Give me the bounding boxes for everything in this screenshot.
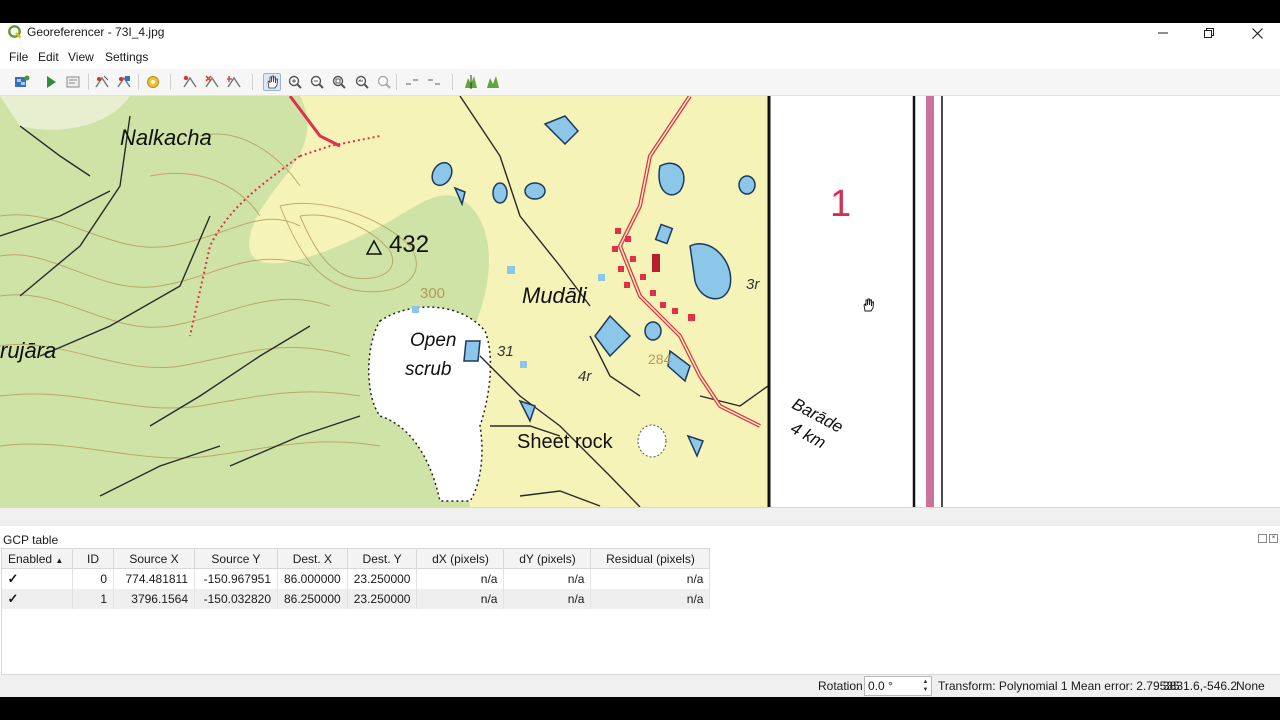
rotation-value: 0.0 ° <box>868 679 893 693</box>
georeferencer-window: Georeferencer - 73I_4.jpg File Edit View… <box>0 23 1280 697</box>
cell-dest-x[interactable]: 86.000000 <box>277 568 348 589</box>
status-bar: Rotation 0.0 ° ▲ ▼ Transform: Polynomial … <box>0 675 1280 697</box>
label-nalkacha: Nalkacha <box>120 125 212 150</box>
zoom-to-layer-icon[interactable] <box>330 73 348 91</box>
label-4r: 4r <box>578 368 592 385</box>
cell-id: 0 <box>72 568 114 589</box>
rotation-spinbox[interactable]: 0.0 ° ▲ ▼ <box>864 676 932 696</box>
zoom-out-icon[interactable] <box>308 73 326 91</box>
spin-arrows-icon[interactable]: ▲ ▼ <box>921 678 930 694</box>
gcp-panel-title: GCP table <box>3 533 59 547</box>
menu-settings[interactable]: Settings <box>105 50 148 64</box>
transformation-settings-icon[interactable] <box>144 73 162 91</box>
maximize-button[interactable] <box>1186 23 1232 43</box>
label-sheet-number: 1 <box>830 183 851 225</box>
col-source-y[interactable]: Source Y <box>194 548 278 569</box>
checkmark-icon: ✓ <box>7 591 19 606</box>
open-raster-icon[interactable] <box>13 73 31 91</box>
table-row[interactable]: ✓ 0 774.481811 -150.967951 86.000000 23.… <box>1 568 711 589</box>
full-histogram-stretch-icon[interactable] <box>484 73 502 91</box>
enabled-checkbox[interactable]: ✓ <box>1 589 73 609</box>
cell-dest-x[interactable]: 86.250000 <box>277 589 348 609</box>
label-contour-300: 300 <box>420 285 445 302</box>
close-panel-button[interactable]: × <box>1269 534 1278 543</box>
col-dx[interactable]: dX (pixels) <box>416 548 505 569</box>
cell-dx: n/a <box>416 589 505 609</box>
panel-splitter[interactable] <box>0 507 1280 526</box>
save-gcp-points-icon[interactable] <box>115 73 133 91</box>
label-open: Open <box>410 330 456 351</box>
col-id[interactable]: ID <box>72 548 114 569</box>
delete-point-icon[interactable] <box>203 73 221 91</box>
sort-ascending-icon: ▲ <box>55 555 64 565</box>
cell-residual: n/a <box>590 589 711 609</box>
cell-dx: n/a <box>416 568 505 589</box>
generate-gdal-script-icon[interactable] <box>64 73 82 91</box>
table-row[interactable]: ✓ 1 3796.1564 -150.032820 86.250000 23.2… <box>1 589 711 609</box>
col-enabled[interactable]: Enabled ▲ <box>1 548 73 569</box>
start-georeferencing-icon[interactable] <box>42 73 60 91</box>
cell-dest-y[interactable]: 23.250000 <box>347 589 418 609</box>
add-point-icon[interactable] <box>181 73 199 91</box>
cell-source-x[interactable]: 3796.1564 <box>113 589 195 609</box>
col-residual[interactable]: Residual (pixels) <box>590 548 711 569</box>
close-button[interactable] <box>1234 23 1280 43</box>
col-dy[interactable]: dY (pixels) <box>503 548 592 569</box>
menu-file[interactable]: File <box>9 50 28 64</box>
toolbar <box>0 69 1280 96</box>
zoom-last-icon[interactable] <box>353 73 371 91</box>
close-icon <box>1251 27 1263 39</box>
label-contour-284: 284 <box>648 351 672 367</box>
label-sheet-rock: Sheet rock <box>517 431 614 453</box>
label-elevation-432: 432 <box>389 231 429 258</box>
cell-residual: n/a <box>590 568 711 589</box>
checkmark-icon: ✓ <box>7 571 19 586</box>
label-31: 31 <box>497 343 514 360</box>
window-title: Georeferencer - 73I_4.jpg <box>27 25 165 39</box>
menu-bar: File Edit View Settings <box>0 46 1280 68</box>
link-qgis-to-georeferencer-icon[interactable] <box>425 73 443 91</box>
cell-dy: n/a <box>503 589 592 609</box>
pan-icon[interactable] <box>263 73 281 91</box>
move-gcp-point-icon[interactable] <box>225 73 243 91</box>
col-source-x[interactable]: Source X <box>113 548 195 569</box>
col-dest-y[interactable]: Dest. Y <box>346 548 418 569</box>
label-3r: 3r <box>746 276 760 293</box>
load-gcp-points-icon[interactable] <box>93 73 111 91</box>
cell-source-y[interactable]: -150.032820 <box>194 589 278 609</box>
gcp-table[interactable]: Enabled ▲ ID Source X Source Y Dest. X D… <box>1 548 711 609</box>
enabled-checkbox[interactable]: ✓ <box>1 568 73 589</box>
transform-info: Transform: Polynomial 1 Mean error: 2.79… <box>938 679 1180 693</box>
cell-source-y[interactable]: -150.967951 <box>194 568 278 589</box>
col-dest-x[interactable]: Dest. X <box>277 548 348 569</box>
label-scrub: scrub <box>405 359 451 380</box>
menu-edit[interactable]: Edit <box>38 50 59 64</box>
gcp-table-panel: GCP table × Enabled ▲ ID Source X Source… <box>0 531 1280 675</box>
label-rujara: rujāra <box>0 338 56 363</box>
minimize-button[interactable] <box>1140 23 1186 43</box>
coordinate-readout: 3831.6,-546.2 <box>1163 679 1238 693</box>
zoom-in-icon[interactable] <box>286 73 304 91</box>
restore-icon <box>1204 28 1214 38</box>
minimize-icon <box>1158 32 1168 34</box>
cell-dy: n/a <box>503 568 592 589</box>
menu-view[interactable]: View <box>68 50 94 64</box>
float-panel-button[interactable] <box>1258 534 1267 543</box>
map-canvas[interactable]: Nalkacha rujāra 432 Mudāli 300 Open scru… <box>0 96 1280 507</box>
link-georeferencer-to-qgis-icon[interactable] <box>403 73 421 91</box>
qgis-logo-icon <box>8 25 22 39</box>
rotation-label: Rotation <box>818 679 863 693</box>
cell-dest-y[interactable]: 23.250000 <box>347 568 418 589</box>
gcp-table-header: Enabled ▲ ID Source X Source Y Dest. X D… <box>1 548 711 569</box>
sheet-rock-symbol <box>637 424 667 458</box>
zoom-next-icon[interactable] <box>375 73 393 91</box>
cell-id: 1 <box>72 589 114 609</box>
local-histogram-stretch-icon[interactable] <box>462 73 480 91</box>
crs-label[interactable]: None <box>1236 679 1265 693</box>
cell-source-x[interactable]: 774.481811 <box>113 568 195 589</box>
title-bar: Georeferencer - 73I_4.jpg <box>0 23 1280 43</box>
label-mudali: Mudāli <box>522 283 588 308</box>
